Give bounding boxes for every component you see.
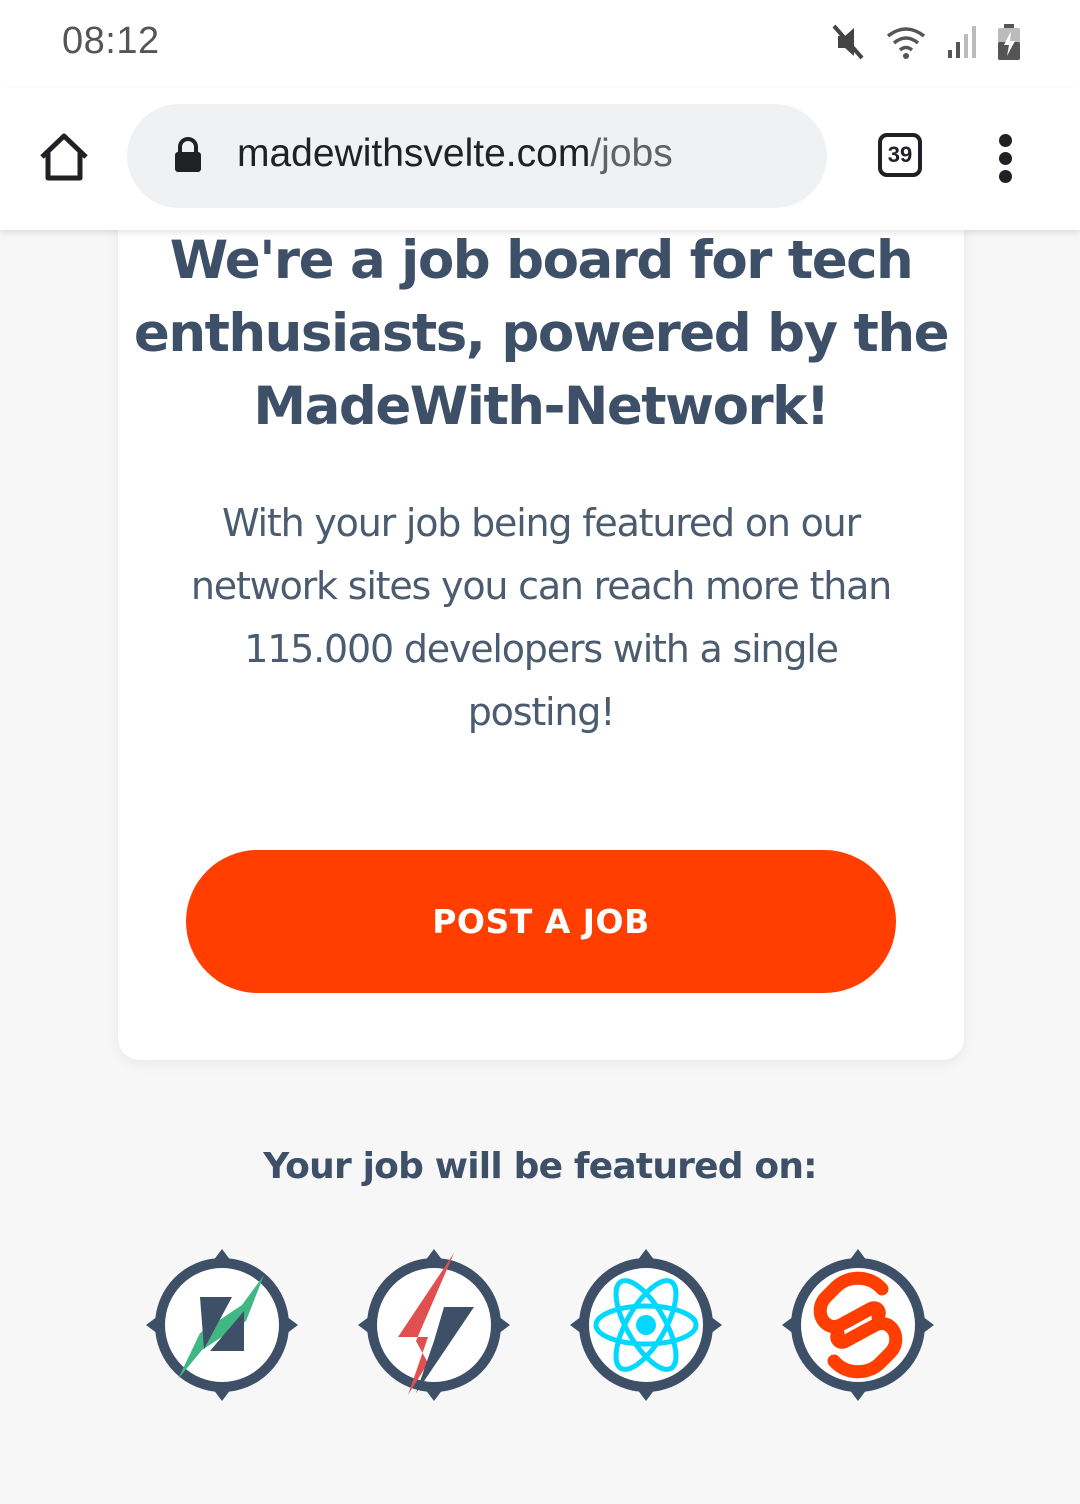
- mute-icon: [832, 24, 864, 60]
- vue-network-logo-icon[interactable]: [142, 1245, 302, 1405]
- tab-count: 39: [887, 142, 913, 167]
- status-bar: 08:12: [0, 0, 1080, 88]
- browser-toolbar: madewithsvelte.com/jobs 39: [0, 88, 1080, 230]
- url-bar[interactable]: madewithsvelte.com/jobs: [127, 104, 827, 208]
- react-network-logo-icon[interactable]: [566, 1245, 726, 1405]
- tabs-button[interactable]: 39: [878, 133, 922, 177]
- status-icons: [830, 22, 1022, 62]
- hero-subtext: With your job being featured on our netw…: [190, 501, 892, 734]
- home-icon: [40, 133, 88, 181]
- home-button[interactable]: [36, 130, 92, 186]
- url-text: madewithsvelte.com/jobs: [237, 132, 673, 176]
- hero-headline: We're a job board for tech enthusiasts, …: [133, 230, 950, 437]
- url-path: /jobs: [590, 132, 673, 175]
- wifi-icon: [886, 27, 926, 59]
- network-logos: [142, 1245, 942, 1405]
- more-vert-icon[interactable]: [992, 134, 1020, 183]
- url-host: madewithsvelte.com: [237, 132, 591, 175]
- hero-card: We're a job board for tech enthusiasts, …: [118, 180, 964, 1060]
- signal-icon: [948, 26, 976, 58]
- featured-title: Your job will be featured on:: [263, 1146, 817, 1187]
- status-time: 08:12: [62, 20, 160, 62]
- battery-charging-icon: [998, 24, 1020, 60]
- svelte-network-logo-icon[interactable]: [778, 1245, 938, 1405]
- lock-icon: [175, 137, 201, 172]
- post-job-button[interactable]: POST A JOB: [186, 850, 896, 993]
- angular-network-logo-icon[interactable]: [354, 1245, 514, 1405]
